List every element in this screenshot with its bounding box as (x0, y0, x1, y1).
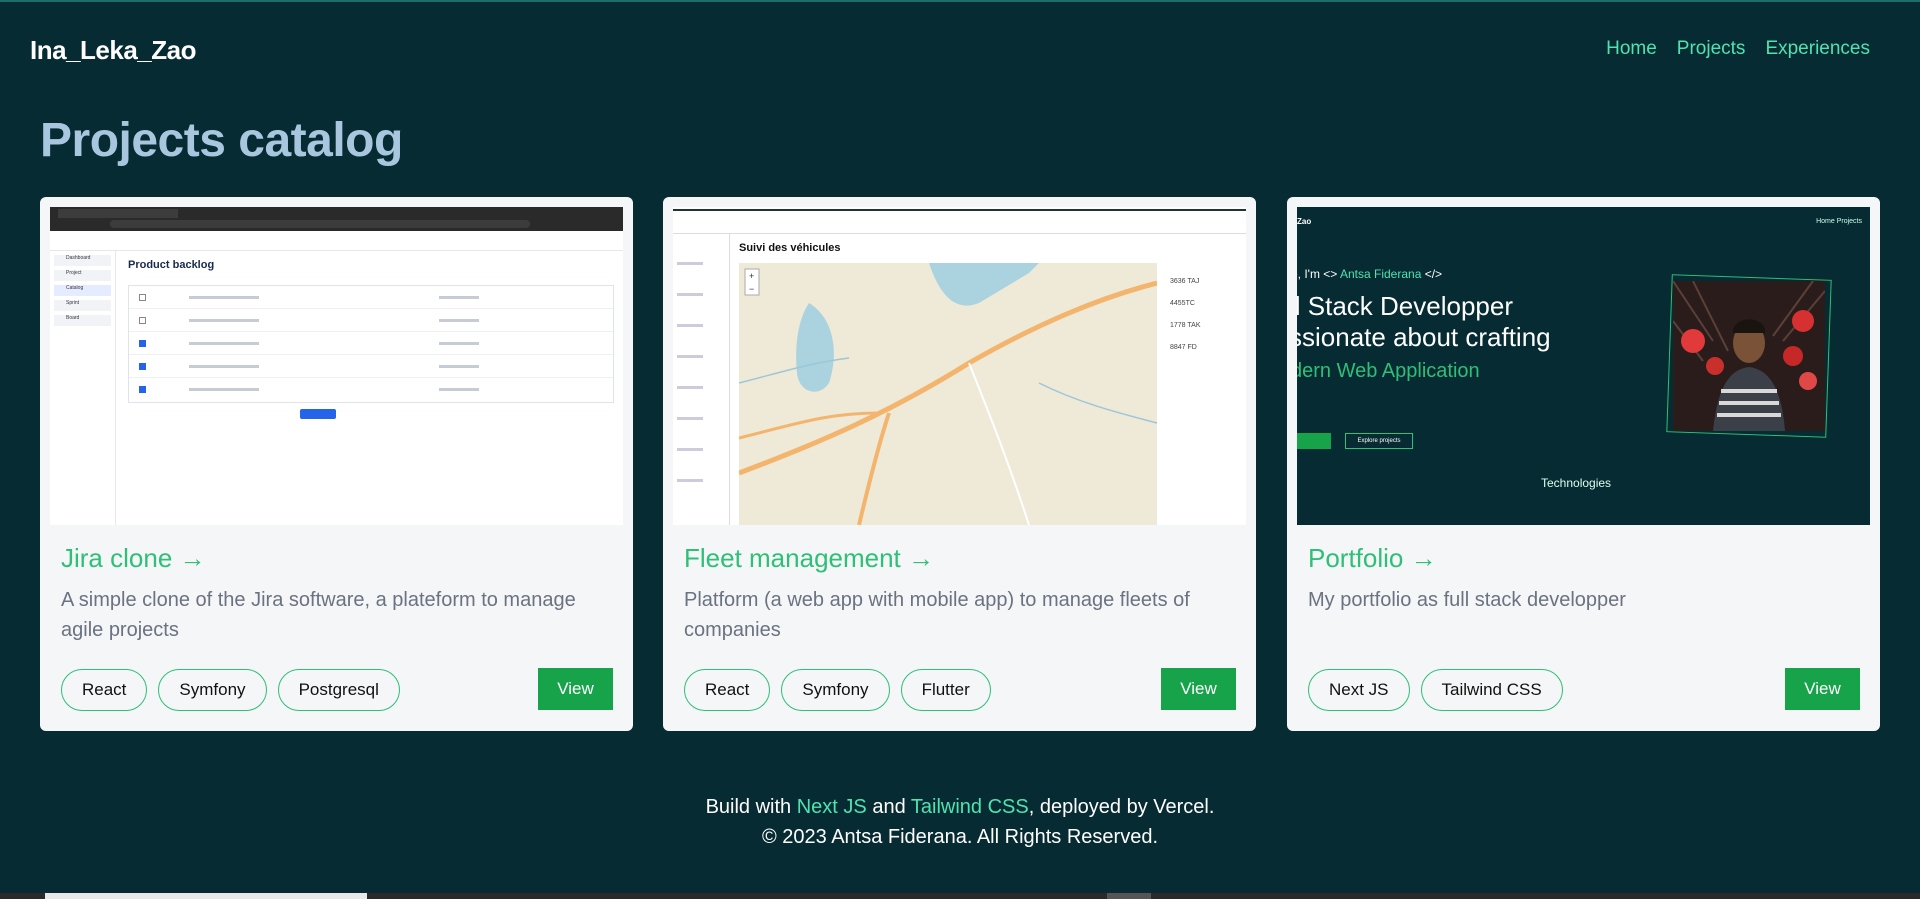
tech-tag: Tailwind CSS (1420, 669, 1563, 711)
tech-tag: React (684, 669, 771, 711)
svg-text:−: − (749, 284, 754, 294)
vehicle-item: 4455TC (1170, 300, 1195, 307)
portfolio-headline: ll Stack Developper ssionate about craft… (1297, 291, 1551, 352)
jira-sidebar-item: Board (54, 315, 111, 326)
footer-build-line: Build with Next JS and Tailwind CSS, dep… (0, 792, 1920, 822)
project-title[interactable]: Fleet management → (684, 543, 934, 574)
vehicle-item: 1778 TAK (1170, 322, 1201, 329)
tech-tag: Symfony (781, 669, 890, 711)
project-description: Platform (a web app with mobile app) to … (684, 589, 1190, 641)
browser-chrome (50, 207, 623, 231)
project-card-portfolio: Zao Home Projects e, I'm <> Antsa Fidera… (1287, 197, 1880, 731)
page-title: Projects catalog (40, 114, 403, 167)
copyright: © 2023 Antsa Fiderana. All Rights Reserv… (761, 826, 1159, 848)
project-card-jira: Dashboard Project Catalog Sprint Board P… (40, 197, 633, 731)
vehicle-item: 8847 FD (1170, 344, 1197, 351)
jira-heading: Product backlog (128, 259, 215, 271)
fleet-heading: Suivi des véhicules (739, 242, 841, 254)
tech-tag: Postgresql (277, 669, 400, 711)
profile-photo (1673, 281, 1825, 431)
portfolio-nav: Home Projects (1816, 218, 1862, 225)
site-header: Ina_Leka_Zao Home Projects Experiences (0, 0, 1920, 100)
tech-tags: Next JS Tailwind CSS (1308, 669, 1563, 711)
tech-tag: Next JS (1308, 669, 1410, 711)
scrollbar-thumb[interactable] (45, 893, 367, 899)
project-card-fleet: Suivi des véhicules + − 3636 TAJ 4455TC … (663, 197, 1256, 731)
project-title[interactable]: Portfolio → (1308, 543, 1437, 574)
view-button[interactable]: View (1161, 668, 1236, 710)
tech-tags: React Symfony Postgresql (61, 669, 400, 711)
footer-text: , deployed by Vercel. (1028, 796, 1215, 818)
nav-home-link[interactable]: Home (1606, 38, 1657, 60)
view-button[interactable]: View (1785, 668, 1860, 710)
jira-topbar (50, 231, 623, 251)
nav-experiences-link[interactable]: Experiences (1765, 38, 1870, 60)
site-footer: Build with Next JS and Tailwind CSS, dep… (0, 792, 1920, 852)
jira-sidebar-item: Project (54, 270, 111, 281)
footer-text: Build with (705, 796, 797, 818)
project-description: My portfolio as full stack developper (1308, 589, 1626, 611)
project-screenshot: Suivi des véhicules + − 3636 TAJ 4455TC … (673, 207, 1246, 525)
nextjs-link[interactable]: Next JS (797, 796, 867, 818)
jira-sidebar-item: Sprint (54, 300, 111, 311)
jira-sidebar-item: Catalog (54, 285, 111, 296)
project-screenshot: Zao Home Projects e, I'm <> Antsa Fidera… (1297, 207, 1870, 525)
tailwind-link[interactable]: Tailwind CSS (911, 796, 1029, 818)
main-nav: Home Projects Experiences (1606, 38, 1870, 60)
fleet-map: + − (739, 263, 1157, 525)
tech-tag: React (61, 669, 148, 711)
portfolio-technologies-heading: Technologies (1541, 476, 1612, 490)
fleet-sidebar (673, 234, 730, 525)
svg-text:+: + (749, 271, 754, 281)
scrollbar-segment (1107, 893, 1151, 899)
jira-backlog-table (128, 285, 614, 403)
tech-tags: React Symfony Flutter (684, 669, 991, 711)
jira-sidebar: Dashboard Project Catalog Sprint Board (50, 251, 116, 525)
nav-projects-link[interactable]: Projects (1677, 38, 1746, 60)
portfolio-subheadline: dern Web Application (1297, 360, 1480, 382)
view-button[interactable]: View (538, 668, 613, 710)
jira-sidebar-item: Dashboard (54, 255, 111, 266)
footer-text: and (866, 796, 911, 818)
vehicle-item: 3636 TAJ (1170, 278, 1200, 285)
project-title[interactable]: Jira clone → (61, 543, 206, 574)
project-description: A simple clone of the Jira software, a p… (61, 589, 576, 641)
site-logo[interactable]: Ina_Leka_Zao (30, 35, 196, 66)
portfolio-cta-button (1297, 433, 1331, 449)
vehicle-list: 3636 TAJ 4455TC 1778 TAK 8847 FD (1170, 271, 1201, 359)
project-screenshot: Dashboard Project Catalog Sprint Board P… (50, 207, 623, 525)
tech-tag: Flutter (900, 669, 991, 711)
portfolio-logo: Zao (1297, 217, 1312, 226)
jira-add-button (300, 409, 336, 419)
portfolio-explore-button: Explore projects (1345, 433, 1413, 449)
bottom-scrollbar[interactable] (0, 893, 1920, 899)
portfolio-greeting: e, I'm <> Antsa Fiderana </> (1297, 267, 1443, 281)
tech-tag: Symfony (158, 669, 267, 711)
